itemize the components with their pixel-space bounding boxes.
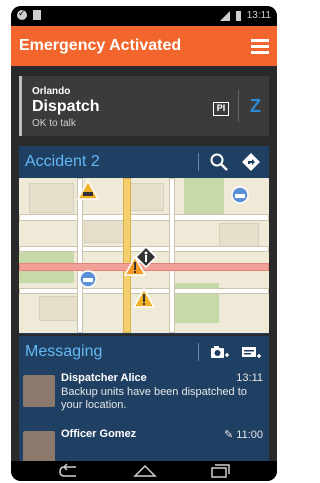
menu-icon[interactable]: [251, 39, 269, 54]
status-time: 13:11: [246, 10, 271, 21]
directions-icon[interactable]: [241, 152, 261, 172]
accident-card: Accident 2: [19, 146, 269, 334]
app-title: Emergency Activated: [19, 37, 182, 54]
message-text: Backup units have been dispatched to you…: [61, 386, 247, 411]
accident-header: Accident 2: [19, 146, 269, 178]
channel-name: Dispatch: [32, 98, 100, 115]
sd-card-icon: [33, 10, 41, 20]
message-item[interactable]: Officer Gomez ✎ 11:00: [19, 424, 269, 461]
channel-location: Orlando: [32, 86, 71, 97]
avatar: [23, 375, 55, 407]
message-time: ✎ 11:00: [224, 429, 263, 441]
messaging-card: Messaging Dispatcher Alice 13:11 Backup …: [19, 336, 269, 461]
messaging-title[interactable]: Messaging: [25, 343, 102, 361]
pi-badge-icon[interactable]: PI: [213, 102, 229, 116]
divider: [198, 153, 199, 171]
hazard-icon[interactable]: [133, 288, 155, 308]
app-bar: Emergency Activated: [11, 26, 277, 66]
home-icon[interactable]: [131, 463, 159, 479]
new-message-icon[interactable]: [241, 342, 261, 362]
hazard-icon[interactable]: [77, 180, 99, 200]
battery-icon: [235, 10, 241, 21]
phone-screen: 13:11 Emergency Activated Orlando Dispat…: [11, 6, 277, 481]
messaging-header: Messaging: [19, 336, 269, 368]
back-icon[interactable]: [56, 463, 84, 479]
avatar: [23, 431, 55, 461]
police-car-icon[interactable]: [231, 186, 249, 204]
message-list: Dispatcher Alice 13:11 Backup units have…: [19, 368, 269, 461]
map-view[interactable]: [19, 178, 269, 333]
dispatch-channel-card[interactable]: Orlando Dispatch OK to talk PI Z: [19, 76, 269, 136]
police-car-icon[interactable]: [79, 270, 97, 288]
divider: [198, 343, 199, 361]
main-content: Orlando Dispatch OK to talk PI Z Acciden…: [11, 66, 277, 461]
recent-apps-icon[interactable]: [206, 463, 234, 479]
attachment-icon: ✎: [224, 429, 237, 441]
divider: [238, 90, 239, 122]
signal-icon: [219, 10, 230, 21]
check-circle-icon: [17, 8, 27, 20]
message-sender: Dispatcher Alice: [61, 372, 147, 384]
search-icon[interactable]: [209, 152, 229, 172]
add-photo-icon[interactable]: [209, 342, 229, 362]
message-time: 13:11: [236, 372, 263, 384]
status-bar: 13:11: [11, 6, 277, 26]
channel-status: OK to talk: [32, 118, 76, 129]
message-sender: Officer Gomez: [61, 428, 137, 440]
zello-logo-icon[interactable]: Z: [250, 96, 261, 117]
info-marker-icon[interactable]: [135, 246, 157, 268]
system-nav-bar: [11, 461, 277, 481]
accident-title[interactable]: Accident 2: [25, 153, 100, 171]
message-item[interactable]: Dispatcher Alice 13:11 Backup units have…: [19, 368, 269, 424]
